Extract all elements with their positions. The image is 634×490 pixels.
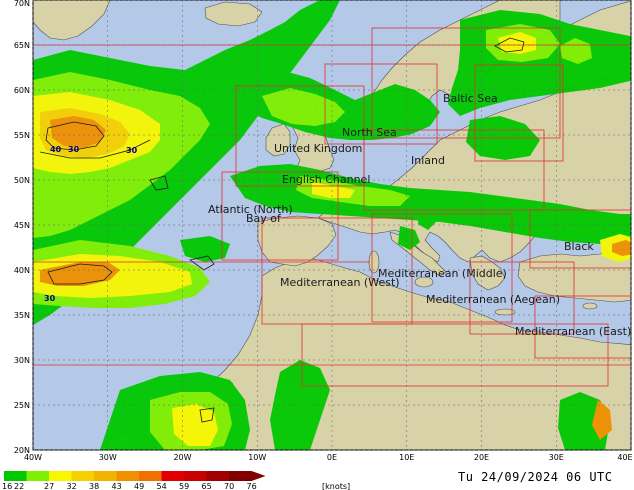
longitude-tick-label: 20E xyxy=(474,453,489,462)
longitude-tick-label: 10W xyxy=(248,453,266,462)
latitude-tick-label: 35N xyxy=(14,311,30,320)
region-label-north-sea: North Sea xyxy=(342,126,397,139)
longitude-tick-label: 0E xyxy=(327,453,337,462)
forecast-timestamp: Tu 24/09/2024 06 UTC xyxy=(458,470,613,484)
land-cyprus xyxy=(582,302,598,310)
legend-color-swatch xyxy=(116,471,139,481)
contour-label: 40 xyxy=(50,145,62,154)
longitude-axis: 40W 30W 20W 10W 0E 10E 20E 30E 40E xyxy=(24,453,633,462)
legend-value-label: 38 xyxy=(89,482,99,490)
legend-color-swatch xyxy=(4,471,27,481)
legend-color-swatch xyxy=(139,471,162,481)
legend-value-label: 70 xyxy=(224,482,234,490)
latitude-tick-label: 40N xyxy=(14,266,30,275)
legend-unit: [knots] xyxy=(322,482,350,490)
longitude-tick-label: 40E xyxy=(617,453,632,462)
region-label-black: Black xyxy=(564,240,594,253)
contour-label: 30 xyxy=(126,146,138,155)
longitude-tick-label: 40W xyxy=(24,453,42,462)
legend-color-swatch xyxy=(229,471,252,481)
latitude-tick-label: 25N xyxy=(14,401,30,410)
latitude-tick-label: 45N xyxy=(14,221,30,230)
legend-color-swatch xyxy=(206,471,229,481)
legend-value-label: 27 xyxy=(44,482,54,490)
region-label-baltic-sea: Baltic Sea xyxy=(443,92,498,105)
latitude-tick-label: 65N xyxy=(14,41,30,50)
region-label-english-channel: English Channel xyxy=(282,173,370,186)
latitude-tick-label: 50N xyxy=(14,176,30,185)
latitude-axis: 70N65N60N55N50N45N40N35N30N25N20N xyxy=(14,0,30,455)
latitude-tick-label: 60N xyxy=(14,86,30,95)
longitude-tick-label: 20W xyxy=(173,453,191,462)
legend-color-swatch xyxy=(94,471,117,481)
legend-value-label: 54 xyxy=(157,482,167,490)
latitude-tick-label: 30N xyxy=(14,356,30,365)
latitude-tick-label: 55N xyxy=(14,131,30,140)
region-label-med-east: Mediterranean (East) xyxy=(515,325,631,338)
legend-color-swatch xyxy=(184,471,207,481)
region-label-united-kingdom: United Kingdom xyxy=(274,142,362,155)
region-label-bay-of: Bay of xyxy=(246,212,282,225)
longitude-tick-label: 30W xyxy=(99,453,117,462)
contour-label: 30 xyxy=(68,145,80,154)
legend-value-label: 76 xyxy=(247,482,257,490)
region-label-med-aegean: Mediterranean (Aegean) xyxy=(426,293,560,306)
wind-map: 40 30 30 30 Baltic Sea North Sea United … xyxy=(2,0,633,490)
legend-value-label: 59 xyxy=(179,482,189,490)
legend-color-swatch xyxy=(49,471,72,481)
legend-value-label: 65 xyxy=(202,482,212,490)
latitude-tick-label: 70N xyxy=(14,0,30,8)
wind-speed-legend: 16 22 27 32 38 43 49 54 59 65 70 76 xyxy=(2,471,266,490)
legend-value-label: 49 xyxy=(134,482,144,490)
longitude-tick-label: 10E xyxy=(399,453,414,462)
legend-value-label: 32 xyxy=(67,482,77,490)
longitude-tick-label: 30E xyxy=(549,453,564,462)
legend-value-label: 16 xyxy=(2,482,12,490)
legend-value-label: 22 xyxy=(14,482,24,490)
legend-color-swatch xyxy=(161,471,184,481)
legend-color-swatch xyxy=(71,471,94,481)
region-label-inland: Inland xyxy=(411,154,445,167)
legend-value-label: 43 xyxy=(112,482,122,490)
legend-arrow-tip xyxy=(251,471,266,481)
legend-color-swatch xyxy=(26,471,49,481)
region-label-med-west: Mediterranean (West) xyxy=(280,276,400,289)
contour-label: 30 xyxy=(44,294,56,303)
